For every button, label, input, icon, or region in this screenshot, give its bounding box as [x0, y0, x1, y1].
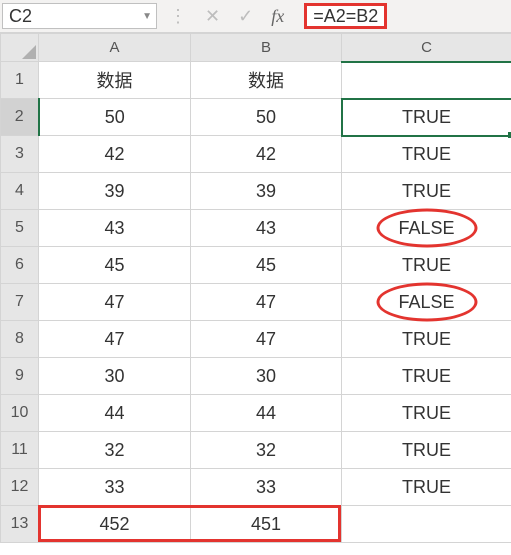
cell-C6[interactable]: TRUE	[342, 247, 511, 284]
cell-B4[interactable]: 39	[191, 173, 342, 210]
cell-C8[interactable]: TRUE	[342, 321, 511, 358]
spreadsheet-grid[interactable]: A B C 1 数据 数据 2 50 50 TRUE 3 42 42 TRUE …	[0, 33, 511, 543]
cell-A5[interactable]: 43	[39, 210, 191, 247]
cell-C11[interactable]: TRUE	[342, 432, 511, 469]
formula-bar-icons: ⋮ ✕ ✓ fx	[157, 6, 304, 27]
formula-input-highlight: =A2=B2	[304, 3, 387, 29]
cell-A6[interactable]: 45	[39, 247, 191, 284]
cell-B9[interactable]: 30	[191, 358, 342, 395]
cell-C7[interactable]: FALSE	[342, 284, 511, 321]
cell-A8[interactable]: 47	[39, 321, 191, 358]
dots-icon[interactable]: ⋮	[169, 6, 187, 27]
row-9: 9 30 30 TRUE	[1, 358, 511, 395]
cell-B12[interactable]: 33	[191, 469, 342, 506]
formula-bar: C2 ▼ ⋮ ✕ ✓ fx =A2=B2	[0, 0, 511, 33]
row-4: 4 39 39 TRUE	[1, 173, 511, 210]
cell-B1[interactable]: 数据	[191, 62, 342, 99]
cell-A9[interactable]: 30	[39, 358, 191, 395]
cell-B3[interactable]: 42	[191, 136, 342, 173]
row-header[interactable]: 4	[1, 173, 39, 210]
column-header-row: A B C	[1, 34, 511, 62]
cell-A13[interactable]: 452	[39, 506, 191, 543]
cell-A4[interactable]: 39	[39, 173, 191, 210]
row-header[interactable]: 10	[1, 395, 39, 432]
cancel-icon[interactable]: ✕	[205, 6, 220, 27]
row-header[interactable]: 13	[1, 506, 39, 543]
select-all-corner[interactable]	[1, 34, 39, 62]
row-1: 1 数据 数据	[1, 62, 511, 99]
grid-body: A B C 1 数据 数据 2 50 50 TRUE 3 42 42 TRUE …	[0, 33, 511, 543]
row-header[interactable]: 8	[1, 321, 39, 358]
enter-icon[interactable]: ✓	[238, 6, 253, 27]
cell-A1[interactable]: 数据	[39, 62, 191, 99]
fx-icon[interactable]: fx	[271, 6, 292, 27]
cell-B13[interactable]: 451	[191, 506, 342, 543]
row-header[interactable]: 11	[1, 432, 39, 469]
row-header[interactable]: 6	[1, 247, 39, 284]
cell-B5[interactable]: 43	[191, 210, 342, 247]
col-header-C[interactable]: C	[342, 34, 511, 62]
row-header[interactable]: 3	[1, 136, 39, 173]
cell-A12[interactable]: 33	[39, 469, 191, 506]
row-2: 2 50 50 TRUE	[1, 99, 511, 136]
cell-B6[interactable]: 45	[191, 247, 342, 284]
cell-A7[interactable]: 47	[39, 284, 191, 321]
cell-B7[interactable]: 47	[191, 284, 342, 321]
cell-C4[interactable]: TRUE	[342, 173, 511, 210]
cell-C13[interactable]	[342, 506, 511, 543]
cell-C1[interactable]	[342, 62, 511, 99]
cell-B10[interactable]: 44	[191, 395, 342, 432]
col-header-B[interactable]: B	[191, 34, 342, 62]
row-header[interactable]: 12	[1, 469, 39, 506]
row-7: 7 47 47 FALSE	[1, 284, 511, 321]
cell-A2[interactable]: 50	[39, 99, 191, 136]
cell-C12[interactable]: TRUE	[342, 469, 511, 506]
name-box[interactable]: C2 ▼	[2, 3, 157, 29]
col-header-A[interactable]: A	[39, 34, 191, 62]
row-5: 5 43 43 FALSE	[1, 210, 511, 247]
row-header[interactable]: 5	[1, 210, 39, 247]
cell-B11[interactable]: 32	[191, 432, 342, 469]
row-12: 12 33 33 TRUE	[1, 469, 511, 506]
cell-C10[interactable]: TRUE	[342, 395, 511, 432]
row-header[interactable]: 7	[1, 284, 39, 321]
row-13: 13 452 451	[1, 506, 511, 543]
cell-C3[interactable]: TRUE	[342, 136, 511, 173]
formula-text: =A2=B2	[313, 6, 378, 27]
row-header[interactable]: 2	[1, 99, 39, 136]
cell-B2[interactable]: 50	[191, 99, 342, 136]
row-11: 11 32 32 TRUE	[1, 432, 511, 469]
row-header[interactable]: 9	[1, 358, 39, 395]
row-3: 3 42 42 TRUE	[1, 136, 511, 173]
cell-A3[interactable]: 42	[39, 136, 191, 173]
name-box-value: C2	[9, 6, 32, 27]
cell-C5[interactable]: FALSE	[342, 210, 511, 247]
cell-C9[interactable]: TRUE	[342, 358, 511, 395]
cell-C2[interactable]: TRUE	[342, 99, 511, 136]
row-10: 10 44 44 TRUE	[1, 395, 511, 432]
cell-A11[interactable]: 32	[39, 432, 191, 469]
row-8: 8 47 47 TRUE	[1, 321, 511, 358]
row-6: 6 45 45 TRUE	[1, 247, 511, 284]
cell-A10[interactable]: 44	[39, 395, 191, 432]
chevron-down-icon[interactable]: ▼	[142, 11, 152, 22]
row-header[interactable]: 1	[1, 62, 39, 99]
formula-input-wrap[interactable]: =A2=B2	[304, 3, 511, 29]
cell-B8[interactable]: 47	[191, 321, 342, 358]
